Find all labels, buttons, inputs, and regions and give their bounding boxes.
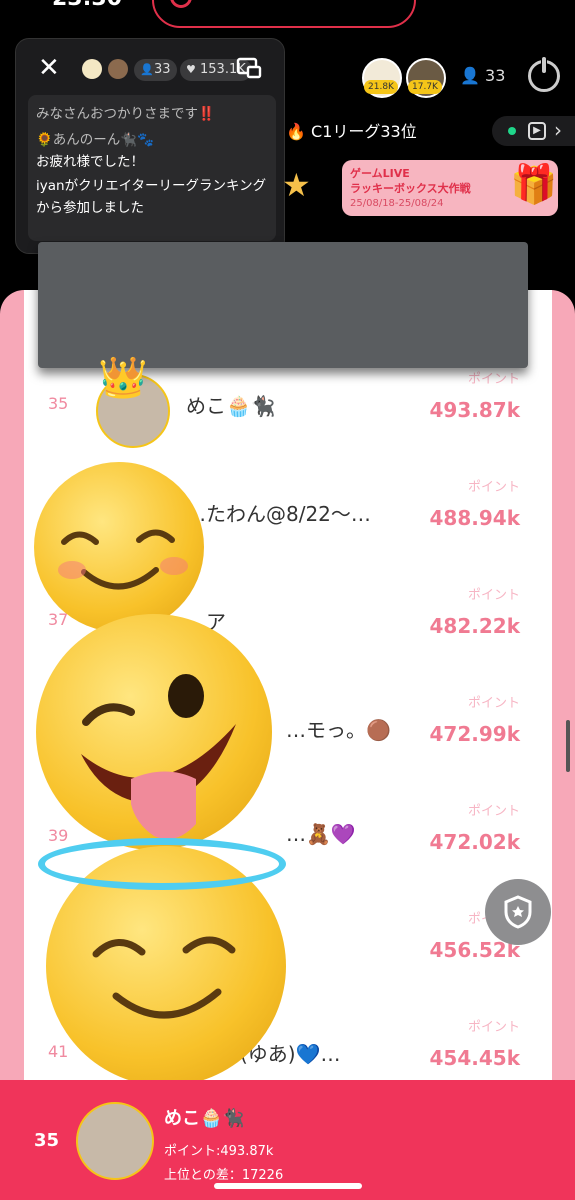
panel-header: ✕ 👤 33 ♥ 153.1K bbox=[16, 39, 284, 94]
gift-icon[interactable]: 🎁 bbox=[510, 162, 557, 207]
recording-indicator bbox=[152, 0, 416, 28]
points-label: ポイント bbox=[467, 372, 520, 387]
live-dot bbox=[508, 127, 516, 135]
my-rank-number: 35 bbox=[34, 1130, 60, 1151]
halo-icon bbox=[38, 838, 286, 890]
avatar[interactable] bbox=[76, 1102, 154, 1180]
points-label: ポイント bbox=[467, 588, 520, 603]
points-label: ポイント bbox=[467, 480, 520, 495]
pip-icon[interactable] bbox=[236, 57, 262, 79]
play-icon: ▶ bbox=[528, 122, 546, 140]
my-rank-footer[interactable]: 35 めこ🧁🐈‍⬛ ポイント:493.87k 上位との差：17226 bbox=[0, 1080, 575, 1200]
league-rank[interactable]: 🔥 C1リーグ33位 bbox=[286, 118, 417, 142]
rank-name: めこ🧁🐈‍⬛ bbox=[186, 394, 276, 418]
rank-number: 35 bbox=[48, 394, 69, 413]
viewer-badge: 17.7K bbox=[408, 80, 442, 94]
points-label: ポイント bbox=[467, 696, 520, 711]
rank-name: …たわん@8/22〜… bbox=[186, 502, 371, 526]
shield-button[interactable] bbox=[485, 879, 551, 945]
shield-icon bbox=[504, 895, 532, 929]
points-label: ポイント bbox=[467, 804, 520, 819]
tongue-wink-emoji bbox=[36, 614, 272, 850]
status-clock: 23:30 bbox=[52, 0, 122, 11]
points-value: 472.99k bbox=[429, 722, 520, 746]
viewer-count: 👤 33 bbox=[460, 66, 506, 85]
points-value: 488.94k bbox=[429, 506, 520, 530]
chat-username: 🌻あんのーん🐈‍⬛🐾 bbox=[36, 132, 154, 148]
points-value: 472.02k bbox=[429, 830, 520, 854]
points-difference: 上位との差：17226 bbox=[164, 1168, 284, 1183]
guest-avatar[interactable] bbox=[108, 59, 128, 79]
person-icon: 👤 bbox=[460, 66, 486, 85]
chat-message: お疲れ様でした！ bbox=[36, 154, 144, 170]
wink-face bbox=[81, 674, 236, 840]
my-points: ポイント:493.87k bbox=[164, 1144, 274, 1159]
power-icon[interactable] bbox=[528, 57, 560, 92]
points-value: 454.45k bbox=[429, 1046, 520, 1070]
overlay-block bbox=[38, 242, 528, 368]
points-label: ポイント bbox=[467, 1020, 520, 1035]
star-icon[interactable]: ★ bbox=[282, 166, 311, 204]
live-switch[interactable]: ▶ › bbox=[492, 116, 575, 146]
smiling-emoji bbox=[34, 462, 204, 632]
flame-icon: 🔥 bbox=[286, 122, 306, 141]
rank-name: …モっ。🟤 bbox=[286, 718, 391, 742]
chevron-right-icon: › bbox=[554, 118, 562, 142]
viewer-badge: 21.8K bbox=[364, 80, 398, 94]
host-avatar[interactable] bbox=[82, 59, 102, 79]
scrollbar[interactable] bbox=[566, 720, 570, 772]
stream-panel: ✕ 👤 33 ♥ 153.1K みなさんおつかりさまです‼️ 🌻あんのーん🐈‍⬛🐾 … bbox=[15, 38, 285, 254]
heart-icon: ♥ bbox=[186, 63, 196, 76]
points-value: 482.22k bbox=[429, 614, 520, 638]
close-icon[interactable]: ✕ bbox=[38, 55, 60, 81]
chat-box: みなさんおつかりさまです‼️ 🌻あんのーん🐈‍⬛🐾 お疲れ様でした！ iyanが… bbox=[28, 95, 276, 241]
viewer-chip: 👤 33 bbox=[134, 59, 177, 81]
crown-icon: 👑 bbox=[98, 355, 148, 401]
smile-face bbox=[58, 529, 188, 590]
chat-system-message: iyanがクリエイターリーグランキングから参加しました bbox=[36, 178, 267, 216]
chat-message: みなさんおつかりさまです‼️ bbox=[36, 106, 215, 122]
home-indicator[interactable] bbox=[214, 1183, 362, 1189]
person-icon: 👤 bbox=[140, 63, 154, 76]
points-value: 493.87k bbox=[429, 398, 520, 422]
my-name: めこ🧁🐈‍⬛ bbox=[164, 1108, 245, 1129]
rank-name: …🧸💜 bbox=[286, 822, 356, 846]
